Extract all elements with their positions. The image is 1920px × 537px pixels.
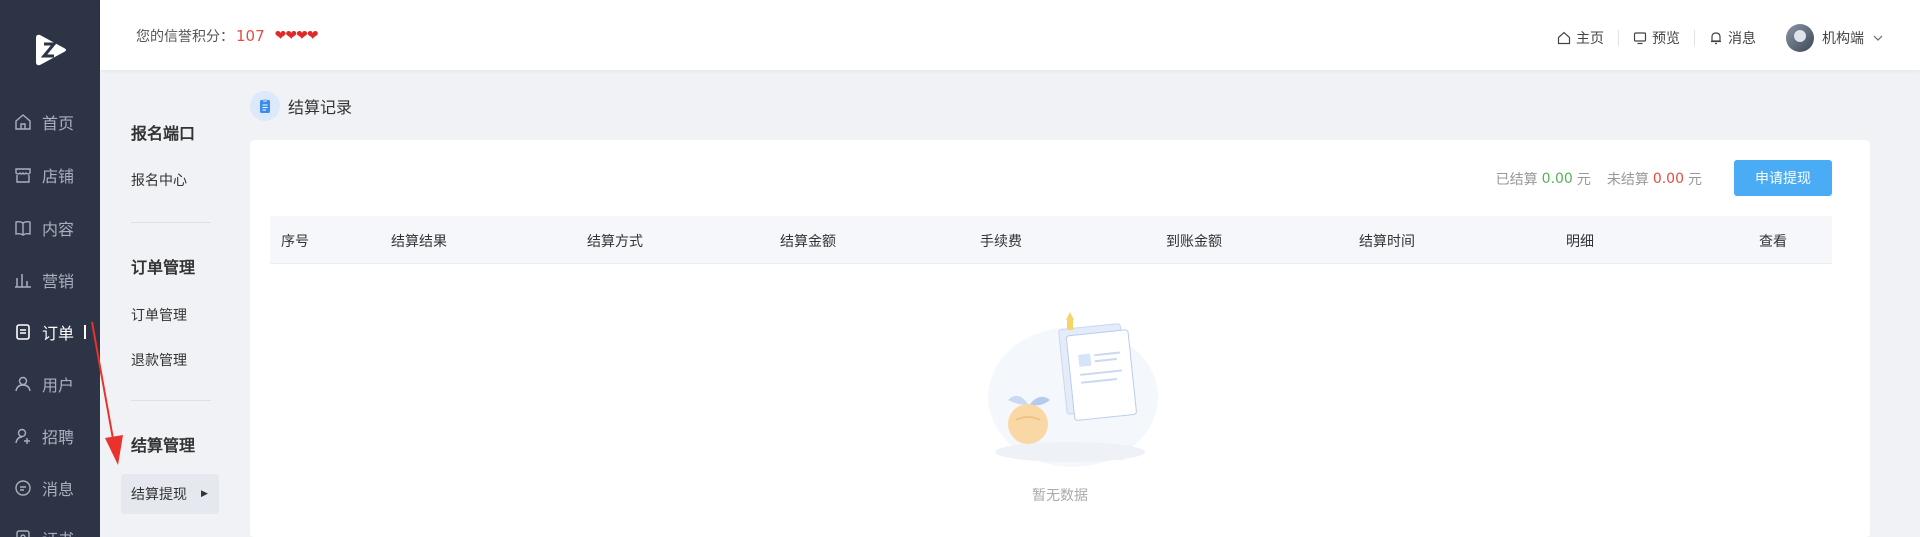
- sub-group-title: 报名端口: [131, 124, 196, 143]
- preview-link[interactable]: 预览: [1619, 28, 1694, 48]
- settlement-stats: 已结算 0.00 元 未结算 0.00 元: [1496, 169, 1702, 189]
- nav-label: 消息: [42, 480, 75, 499]
- nav-item-content[interactable]: 内容: [0, 208, 100, 248]
- nav-label: 店铺: [42, 167, 75, 186]
- nav-item-orders[interactable]: 订单: [0, 312, 100, 352]
- bell-icon: [1711, 32, 1721, 45]
- credit-label: 您的信誉积分：: [136, 29, 234, 45]
- heart-rating: ❤❤❤❤: [274, 28, 319, 44]
- annotation-arrow: [91, 321, 123, 465]
- column-header[interactable]: 结算时间: [1359, 231, 1415, 251]
- nav-label: 证书: [42, 526, 74, 537]
- order-icon: [16, 324, 30, 340]
- page-title: 结算记录: [250, 91, 352, 121]
- message-icon: [15, 480, 31, 496]
- column-header[interactable]: 手续费: [980, 231, 1022, 251]
- empty-state-illustration: [988, 312, 1158, 467]
- store-icon: [15, 168, 31, 183]
- main-panel: 已结算 0.00 元 未结算 0.00 元 申请提现 序号 结算结果 结算方式 …: [250, 140, 1870, 537]
- divider: [131, 222, 211, 223]
- app-logo[interactable]: [30, 30, 70, 70]
- book-icon: [15, 220, 31, 236]
- column-header[interactable]: 到账金额: [1166, 231, 1222, 251]
- home-icon: [15, 114, 31, 130]
- sub-item-settlement-withdraw[interactable]: 结算提现 ▶: [121, 474, 219, 514]
- messages-link[interactable]: 消息: [1695, 28, 1770, 48]
- sub-group-title: 订单管理: [131, 258, 196, 277]
- page-title-text: 结算记录: [288, 98, 353, 117]
- currency-unit: 元: [1576, 172, 1591, 188]
- sub-item-registration-center[interactable]: 报名中心: [131, 170, 187, 190]
- caret-right-icon: ▶: [201, 489, 208, 499]
- unsettled-label: 未结算: [1606, 172, 1649, 188]
- home-icon: [1557, 31, 1571, 45]
- certificate-icon: [16, 530, 30, 537]
- apply-withdraw-button[interactable]: 申请提现: [1734, 160, 1832, 196]
- unsettled-value: 0.00: [1652, 171, 1684, 187]
- settled-value: 0.00: [1541, 171, 1573, 187]
- nav-label: 首页: [42, 114, 75, 133]
- preview-link-label: 预览: [1652, 31, 1680, 47]
- nav-item-certificates[interactable]: 证书: [0, 518, 100, 537]
- nav-item-recruit[interactable]: 招聘: [0, 416, 100, 456]
- nav-label: 订单: [42, 324, 75, 343]
- main-nav: 首页 店铺 内容 营销 订单 用户 招聘 消息 证书: [0, 0, 100, 537]
- column-header[interactable]: 明细: [1566, 231, 1594, 251]
- bar-chart-icon: [15, 274, 31, 288]
- chevron-down-icon[interactable]: [1872, 32, 1884, 44]
- nav-label: 内容: [42, 220, 75, 239]
- nav-label: 营销: [42, 272, 75, 291]
- empty-state-text: 暂无数据: [1032, 488, 1088, 504]
- sub-group-title: 结算管理: [131, 436, 196, 455]
- table-header: 序号 结算结果 结算方式 结算金额 手续费 到账金额 结算时间 明细 查看: [270, 216, 1832, 264]
- column-header[interactable]: 结算方式: [587, 231, 643, 251]
- avatar[interactable]: [1786, 24, 1814, 52]
- sub-item-label: 结算提现: [131, 487, 187, 503]
- nav-item-home[interactable]: 首页: [0, 102, 100, 142]
- monitor-icon: [1633, 32, 1647, 45]
- nav-item-messages[interactable]: 消息: [0, 468, 100, 508]
- user-name[interactable]: 机构端: [1822, 28, 1864, 48]
- column-header[interactable]: 查看: [1759, 231, 1787, 251]
- home-link-label: 主页: [1576, 31, 1604, 47]
- sub-item-refund-management[interactable]: 退款管理: [131, 350, 187, 370]
- credit-score: 您的信誉积分： 107 ❤❤❤❤: [136, 26, 319, 46]
- user-icon: [15, 376, 31, 392]
- column-header[interactable]: 序号: [281, 231, 309, 251]
- column-header[interactable]: 结算结果: [391, 231, 447, 251]
- divider: [131, 400, 211, 401]
- top-header: 您的信誉积分： 107 ❤❤❤❤ 主页 预览 消息 机构端: [100, 0, 1920, 70]
- home-link[interactable]: 主页: [1543, 28, 1618, 48]
- nav-item-store[interactable]: 店铺: [0, 155, 100, 195]
- sub-item-order-management[interactable]: 订单管理: [131, 305, 187, 325]
- messages-link-label: 消息: [1728, 31, 1756, 47]
- recruit-icon: [15, 428, 30, 444]
- settled-label: 已结算: [1495, 172, 1538, 188]
- nav-label: 用户: [42, 376, 75, 395]
- active-indicator: [84, 325, 87, 339]
- nav-item-users[interactable]: 用户: [0, 364, 100, 404]
- header-actions: 主页 预览 消息 机构端: [1543, 24, 1884, 52]
- clipboard-icon: [250, 91, 280, 121]
- credit-score-value: 107: [236, 27, 265, 45]
- nav-label: 招聘: [42, 428, 75, 447]
- currency-unit: 元: [1688, 172, 1702, 188]
- column-header[interactable]: 结算金额: [780, 231, 836, 251]
- nav-item-marketing[interactable]: 营销: [0, 260, 100, 300]
